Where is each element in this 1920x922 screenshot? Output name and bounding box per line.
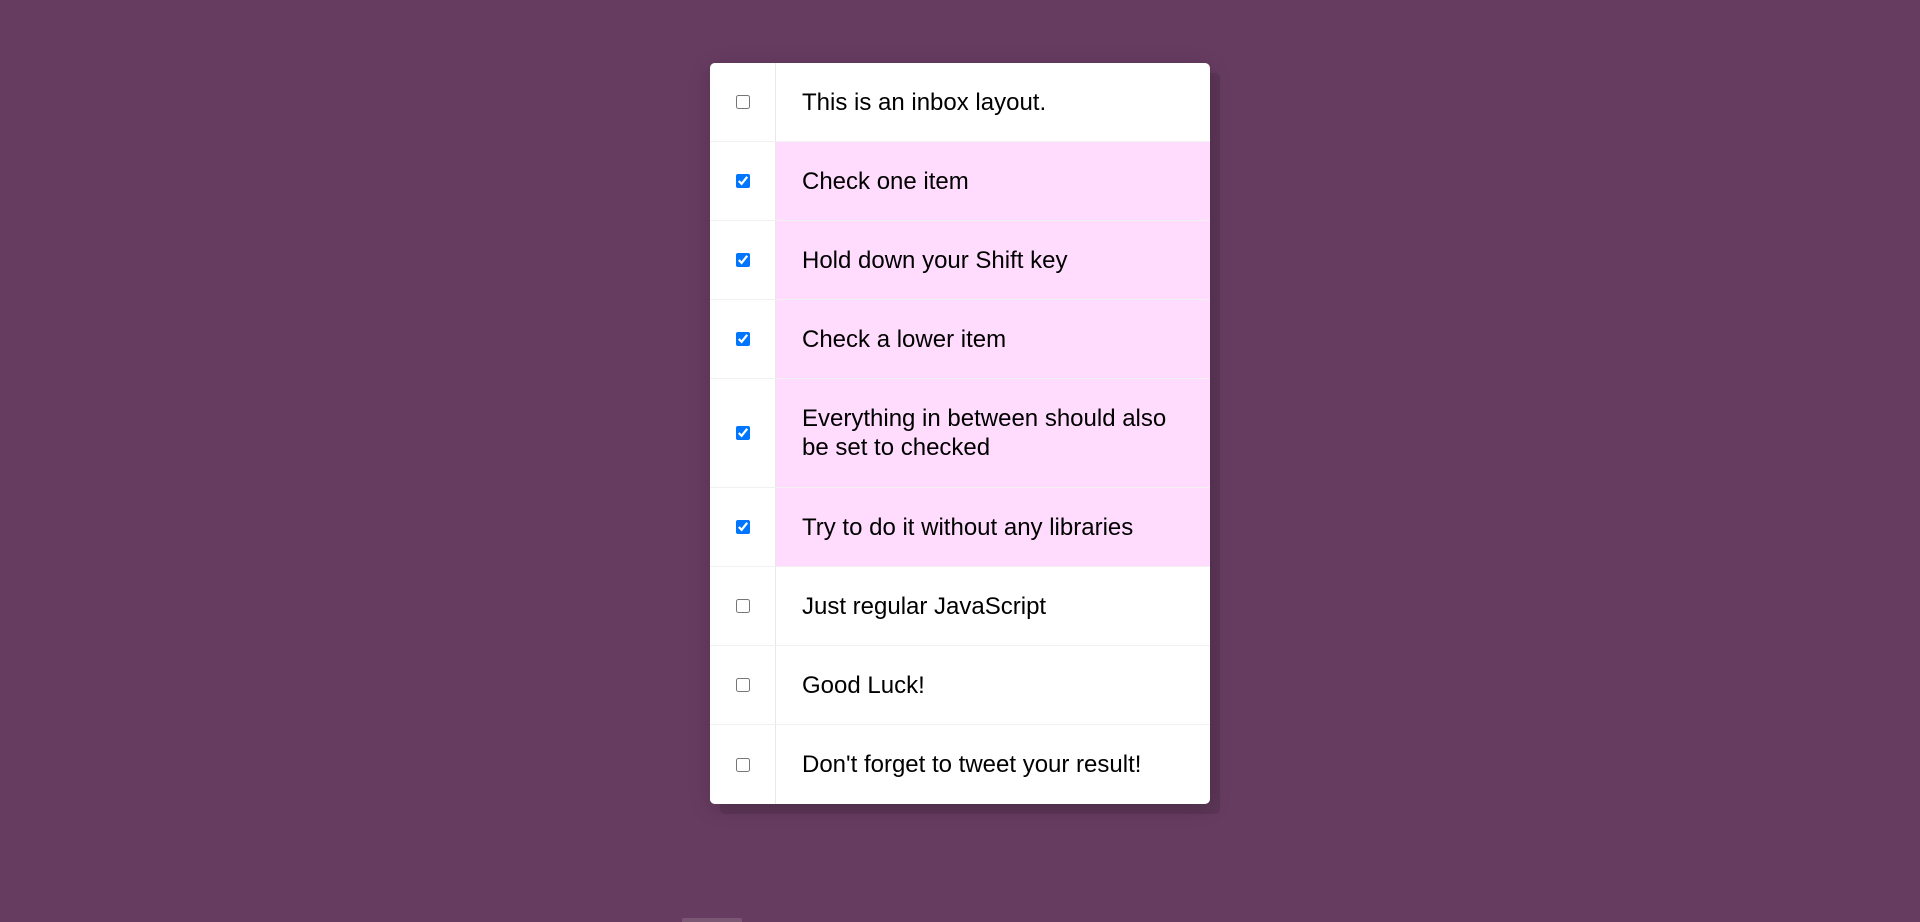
item-label: Try to do it without any libraries [776, 488, 1210, 566]
item-label: Hold down your Shift key [776, 221, 1210, 299]
item-checkbox[interactable] [735, 253, 750, 267]
checkbox-cell [710, 142, 776, 220]
item-label: Check one item [776, 142, 1210, 220]
inbox-list: This is an inbox layout. Check one item … [710, 63, 1210, 804]
item-label: Good Luck! [802, 671, 925, 699]
inbox-item-2[interactable]: Hold down your Shift key [710, 221, 1210, 300]
item-checkbox[interactable] [735, 332, 750, 346]
checkbox-cell [710, 379, 776, 487]
bottom-edge-tab [682, 918, 742, 922]
checkbox-cell [710, 488, 776, 566]
item-label: Just regular JavaScript [802, 592, 1047, 620]
item-label: Check a lower item [776, 300, 1210, 378]
item-checkbox[interactable] [735, 520, 750, 534]
inbox-item-5[interactable]: Try to do it without any libraries [710, 488, 1210, 567]
checkbox-cell [710, 300, 776, 378]
item-label: Don't forget to tweet your result! [802, 751, 1142, 778]
item-label: This is an inbox layout. [802, 88, 1047, 116]
item-checkbox[interactable] [735, 426, 750, 440]
inbox-item-1[interactable]: Check one item [710, 142, 1210, 221]
item-checkbox[interactable] [735, 599, 750, 613]
item-label: Everything in between should also be set… [776, 379, 1210, 487]
checkbox-cell [710, 221, 776, 299]
inbox-item-6[interactable]: Just regular JavaScript [710, 567, 1210, 646]
inbox-item-4[interactable]: Everything in between should also be set… [710, 379, 1210, 488]
item-checkbox[interactable] [735, 678, 750, 692]
checkbox-cell [710, 725, 776, 804]
item-checkbox[interactable] [735, 174, 750, 188]
item-checkbox[interactable] [735, 757, 750, 772]
item-checkbox[interactable] [735, 95, 750, 109]
inbox-item-3[interactable]: Check a lower item [710, 300, 1210, 379]
checkbox-cell [710, 63, 776, 141]
inbox-item-7[interactable]: Good Luck! [710, 646, 1210, 725]
inbox-item-8[interactable]: Don't forget to tweet your result! [710, 725, 1210, 804]
checkbox-cell [710, 646, 776, 724]
inbox-item-0[interactable]: This is an inbox layout. [710, 63, 1210, 142]
checkbox-cell [710, 567, 776, 645]
